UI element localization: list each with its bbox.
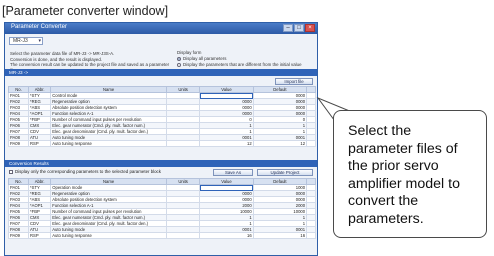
callout-box: Select the parameter files of the prior … (333, 110, 487, 238)
callout-text: Select the parameter files of the prior … (348, 123, 460, 227)
